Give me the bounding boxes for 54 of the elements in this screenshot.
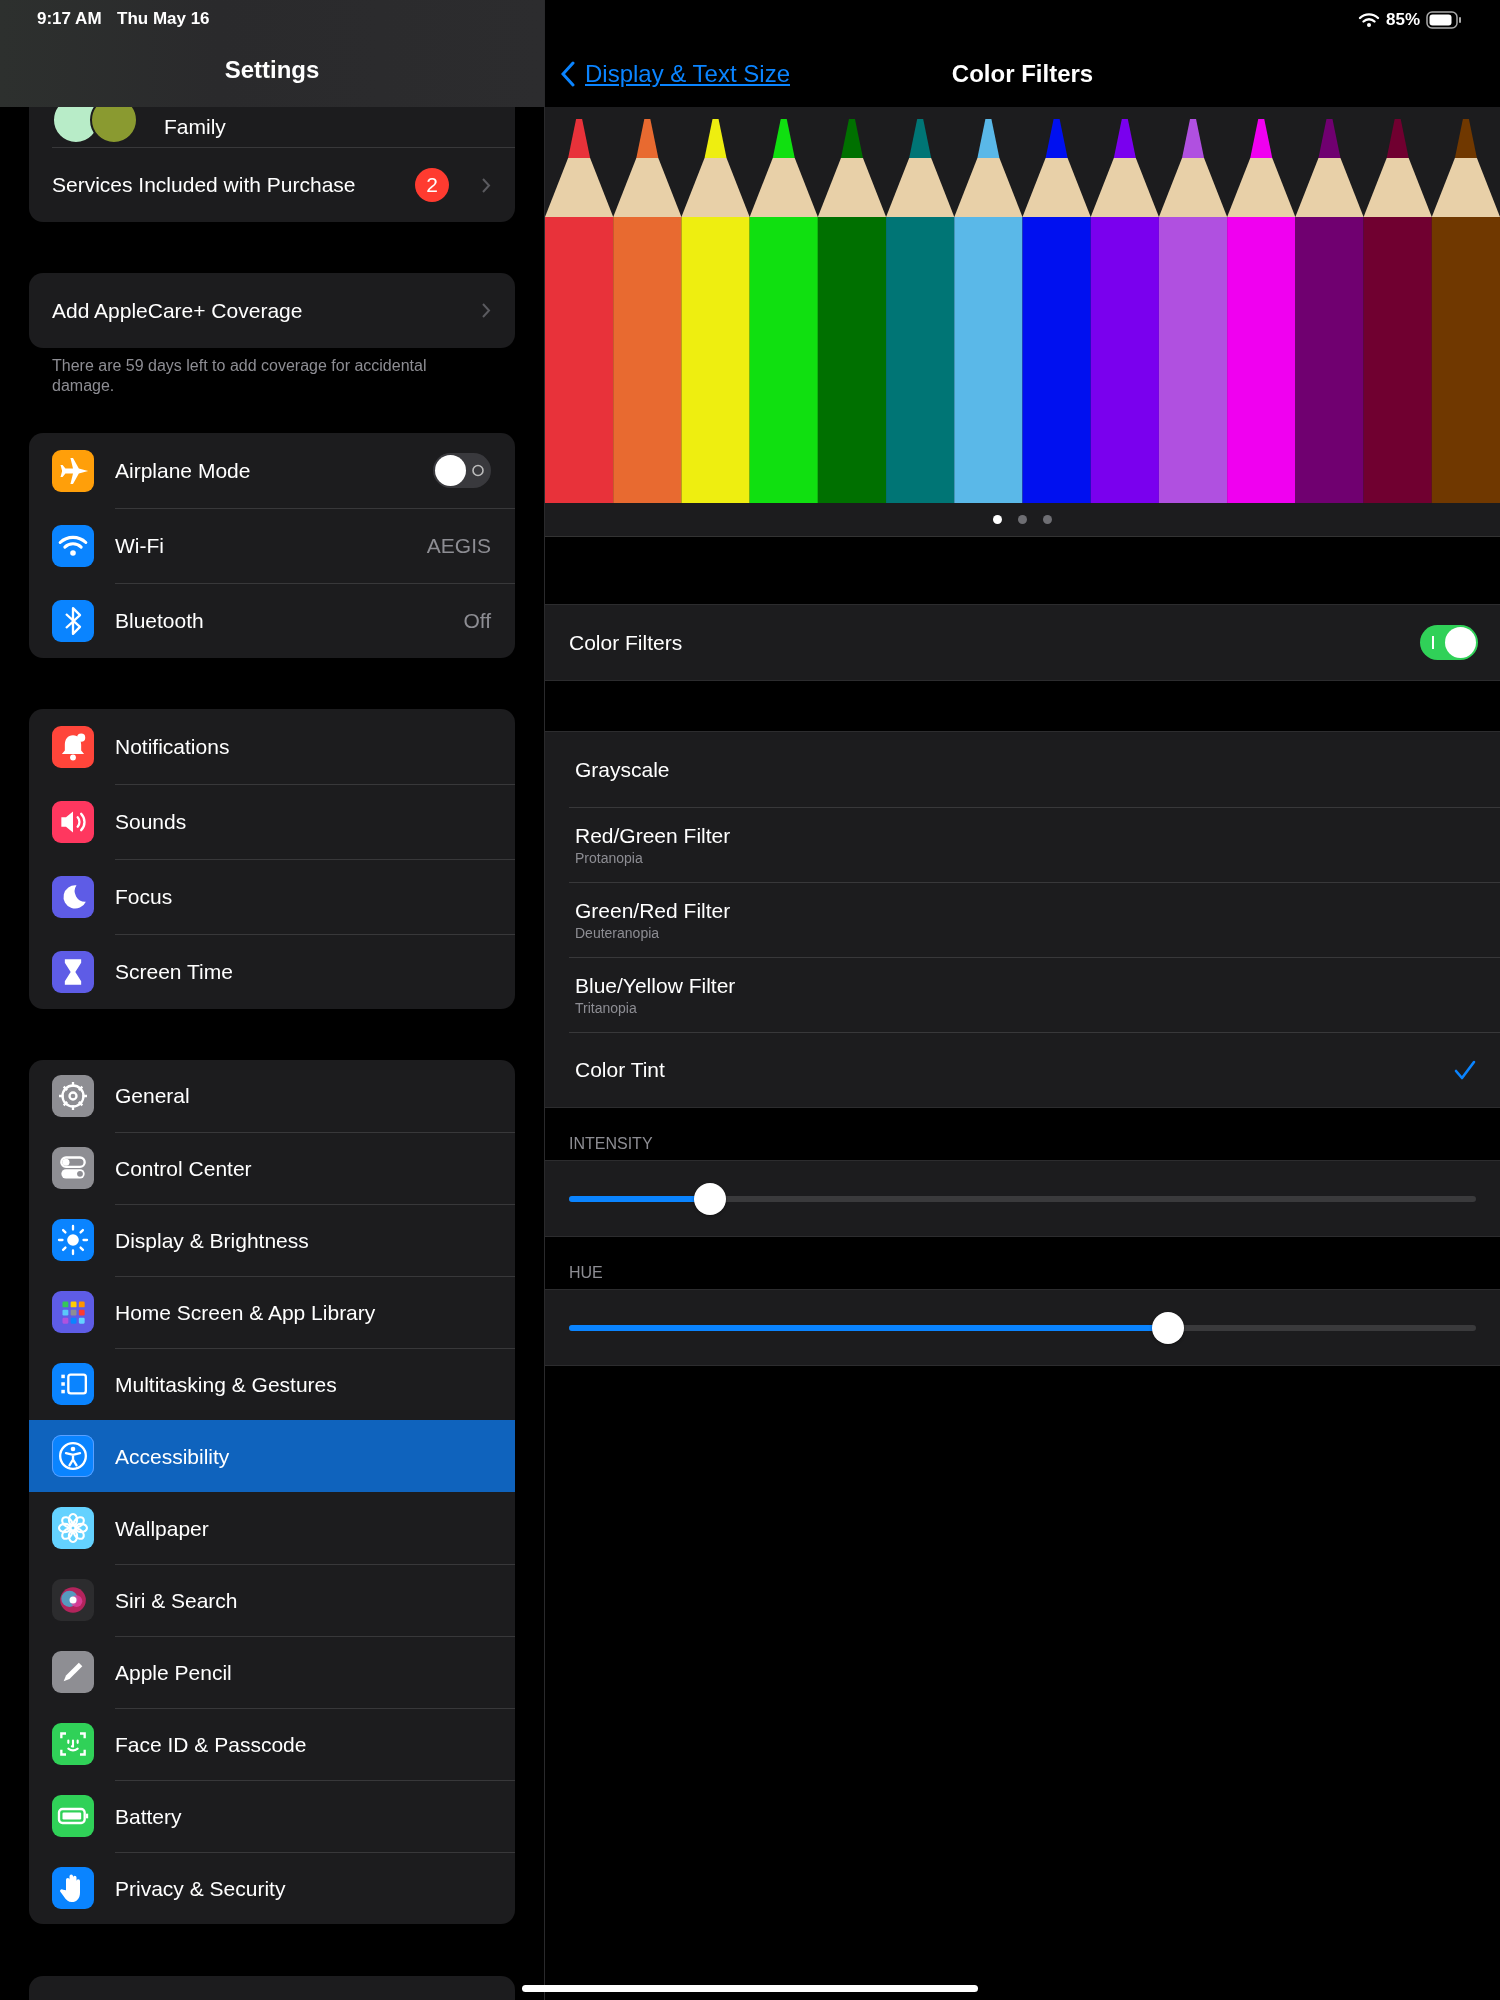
filter-option[interactable]: Blue/Yellow Filter Tritanopia: [569, 957, 1500, 1032]
sidebar-item[interactable]: Family: [29, 107, 515, 147]
page-dot[interactable]: [1018, 515, 1027, 524]
sidebar-item[interactable]: Screen Time: [29, 934, 515, 1009]
option-subtitle: Deuteranopia: [575, 925, 661, 941]
section-header: HUE: [569, 1264, 603, 1281]
section-header: INTENSITY: [569, 1135, 653, 1152]
wifi-icon: [1357, 12, 1380, 28]
back-link[interactable]: Display & Text Size: [561, 59, 790, 88]
sidebar-item[interactable]: Accessibility: [29, 1420, 515, 1492]
page-title: Color Filters: [951, 59, 1094, 88]
switch-label: Color Filters: [569, 630, 683, 655]
filter-option[interactable]: Grayscale: [569, 732, 1500, 807]
sidebar-item[interactable]: Wallpaper: [29, 1492, 515, 1564]
page-dot[interactable]: [1043, 515, 1052, 524]
sidebar-item[interactable]: Sounds: [29, 784, 515, 859]
slider[interactable]: [569, 1182, 1476, 1215]
filter-option[interactable]: Green/Red Filter Deuteranopia: [569, 882, 1500, 957]
sidebar-title: Settings: [224, 56, 320, 84]
item-value: AEGIS: [426, 534, 491, 558]
back-chevron-icon: [561, 60, 575, 87]
sidebar-item[interactable]: Display & Brightness: [29, 1204, 515, 1276]
sidebar-item[interactable]: Siri & Search: [29, 1564, 515, 1636]
page-dot[interactable]: [993, 515, 1002, 524]
sidebar-item[interactable]: Wi-Fi AEGIS: [29, 508, 515, 583]
chevron-icon: [481, 176, 491, 194]
battery-icon: [1426, 11, 1462, 29]
option-subtitle: Protanopia: [575, 850, 644, 866]
sidebar-item[interactable]: Notifications: [29, 709, 515, 784]
toggle-switch[interactable]: [1420, 625, 1478, 660]
chevron-icon: [481, 302, 491, 319]
sidebar-item[interactable]: Add AppleCare+ Coverage: [29, 273, 515, 348]
filter-option[interactable]: Color Tint: [569, 1032, 1500, 1107]
sidebar-item[interactable]: Battery: [29, 1780, 515, 1852]
sidebar-item[interactable]: Home Screen & App Library: [29, 1276, 515, 1348]
sidebar-item[interactable]: Privacy & Security: [29, 1852, 515, 1924]
sidebar-item[interactable]: Focus: [29, 859, 515, 934]
filter-option[interactable]: Red/Green Filter Protanopia: [569, 807, 1500, 882]
sidebar-item[interactable]: General: [29, 1060, 515, 1132]
item-value: Off: [463, 609, 491, 633]
sidebar-item[interactable]: Face ID & Passcode: [29, 1708, 515, 1780]
sidebar-item[interactable]: Airplane Mode: [29, 433, 515, 508]
sidebar-item[interactable]: Bluetooth Off: [29, 583, 515, 658]
sidebar-item[interactable]: Services Included with Purchase 2: [29, 147, 515, 222]
off-symbol-icon: [472, 464, 484, 477]
sidebar-item[interactable]: Apple Pencil: [29, 1636, 515, 1708]
badge: 2: [415, 168, 449, 202]
toggle-switch[interactable]: [433, 453, 491, 488]
status-date: Thu May 16: [117, 9, 210, 29]
slider[interactable]: [569, 1311, 1476, 1344]
sidebar-item[interactable]: Control Center: [29, 1132, 515, 1204]
option-subtitle: Tritanopia: [575, 1000, 638, 1016]
status-time: 9:17 AM: [37, 9, 102, 29]
battery-percent: 85%: [1385, 10, 1420, 30]
